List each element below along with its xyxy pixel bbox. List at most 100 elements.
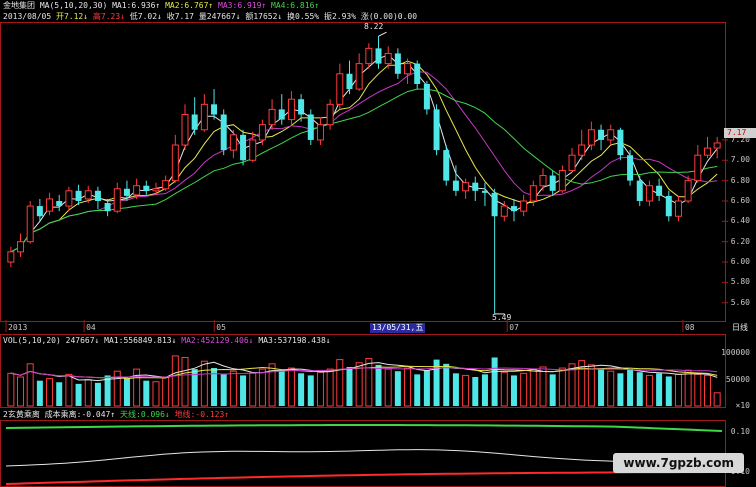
volume-bar (617, 373, 624, 406)
candle-body (694, 154, 702, 182)
volume-bar (316, 371, 324, 407)
ma2-line (10, 60, 718, 253)
candle-body (133, 185, 141, 196)
volume-header: VOL(5,10,20) 247667↓ MA1:556849.813↓ MA2… (3, 336, 331, 346)
volume-bar (278, 371, 285, 406)
date-axis-label: 08 (684, 323, 695, 332)
volume-bar (75, 383, 82, 406)
candle-body (336, 73, 344, 105)
volume-bar (249, 372, 257, 407)
candle-body (249, 139, 257, 161)
volume-bar (443, 363, 450, 406)
candle-body (229, 134, 237, 151)
candle-body (200, 103, 208, 131)
volume-bar (17, 376, 25, 407)
candle-body (587, 129, 595, 146)
volume-bar (414, 374, 421, 406)
candle-body (298, 99, 305, 115)
volume-bar (258, 368, 266, 407)
volume-axis-label: 100000 (721, 348, 750, 358)
candle-body (539, 175, 547, 187)
date-axis-label: 04 (86, 323, 96, 332)
candle-body (404, 63, 412, 75)
candle-body (316, 124, 324, 141)
volume-ma1: MA1:556849.813↓ (104, 336, 177, 345)
volume-bar (384, 368, 392, 407)
indicator-name: 2玄黄乘离 (3, 410, 40, 419)
volume-bar (240, 375, 247, 406)
high-leader (378, 31, 387, 37)
volume-bar (500, 371, 508, 407)
price-axis-label: 5.60 (730, 297, 750, 307)
price-axis-label: 5.80 (730, 277, 750, 287)
candle-body (549, 175, 556, 191)
date-axis-label: 07 (509, 323, 519, 332)
indicator-header: 2玄黄乘离 成本乘离:-0.047↑ 天线:0.096↓ 地线:-0.123↑ (3, 410, 229, 420)
volume-bar (665, 376, 672, 406)
candle-body (365, 47, 373, 65)
volume-bar (607, 370, 615, 407)
candle-body (423, 83, 430, 110)
candle-body (113, 188, 121, 212)
price-axis-label: 7.00 (730, 155, 750, 165)
volume-bar (200, 360, 208, 407)
candle-body (645, 185, 653, 202)
candle-body (713, 142, 721, 149)
volume-bar (133, 368, 141, 407)
volume-bar (694, 373, 702, 407)
candle-body (491, 192, 498, 217)
candle-body (143, 185, 150, 191)
candle-body (394, 53, 401, 74)
candle-body (529, 185, 537, 202)
date-axis-label: 05 (216, 323, 226, 332)
candle-body (152, 188, 160, 192)
period-label[interactable]: 日线 (732, 323, 748, 333)
volume-bar (452, 373, 459, 406)
volume-bar (645, 374, 653, 407)
volume-ma3: MA3:537198.438↓ (258, 336, 331, 345)
volume-bar (404, 367, 412, 407)
volume-bar (703, 374, 711, 407)
volume-bar (36, 380, 43, 406)
ma4-line (10, 88, 718, 253)
indicator-earth-line: 地线:-0.123↑ (174, 410, 230, 419)
candle-body (56, 200, 63, 207)
volume-bar (346, 366, 353, 406)
candle-body (84, 190, 92, 200)
candle-body (123, 188, 130, 196)
candle-body (191, 114, 198, 130)
candle-body (481, 190, 488, 193)
watermark: www.7gpzb.com (613, 453, 744, 473)
ma1-line (10, 54, 718, 253)
candle-body (326, 103, 334, 126)
volume-bar (520, 372, 528, 407)
candle-body (307, 114, 314, 140)
volume-bar (26, 363, 34, 407)
price-axis-label: 6.00 (730, 257, 750, 267)
candle-body (211, 104, 218, 115)
candle-body (665, 195, 672, 217)
candle-body (703, 147, 711, 156)
candle-body (520, 200, 528, 212)
volume-bar (181, 356, 189, 407)
price-axis-label: 6.60 (730, 195, 750, 205)
volume-bar (143, 380, 150, 406)
volume-bar (326, 368, 334, 407)
volume-bar (598, 369, 605, 406)
volume-bar (152, 381, 160, 407)
volume-bar (287, 367, 295, 407)
candle-body (65, 190, 73, 207)
candle-body (278, 109, 285, 120)
volume-ma2: MA2:452129.406↓ (181, 336, 254, 345)
volume-bar (510, 375, 517, 406)
candle-body (384, 52, 392, 65)
volume-bar (636, 372, 643, 406)
ma3-line (10, 71, 718, 253)
volume-bar (94, 382, 101, 406)
volume-bar (365, 358, 373, 407)
candle-body (443, 150, 450, 181)
candle-body (104, 203, 111, 212)
candle-body (674, 200, 682, 217)
candle-body (375, 48, 382, 64)
volume-bar (84, 379, 92, 407)
